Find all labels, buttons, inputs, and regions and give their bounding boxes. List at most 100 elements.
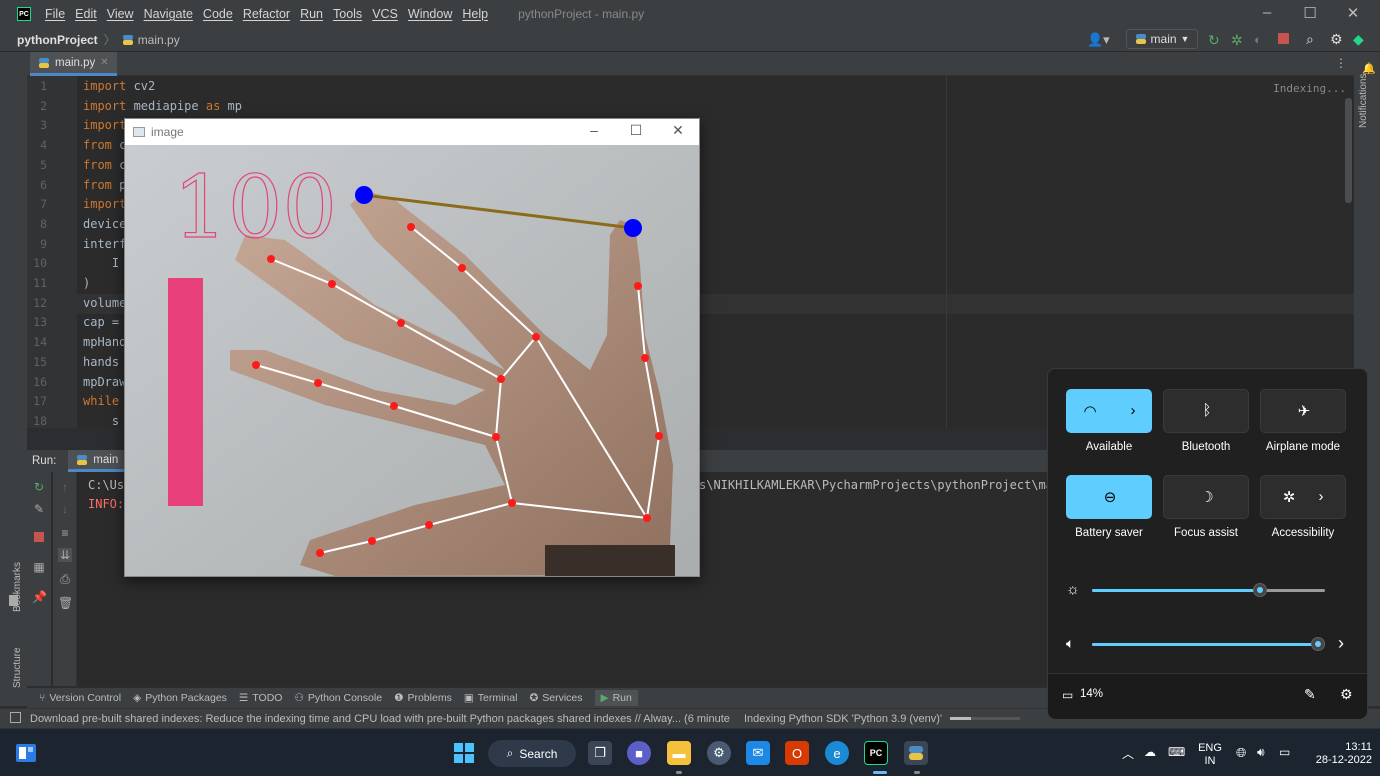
up-arrow-icon[interactable]: ↑ xyxy=(58,480,72,494)
accessibility-toggle[interactable]: ✲ › xyxy=(1260,475,1346,519)
task-view-icon[interactable]: ❐ xyxy=(588,741,612,765)
office-icon[interactable]: O xyxy=(785,741,809,765)
trash-icon[interactable]: 🗑 xyxy=(58,596,73,610)
menu-run[interactable]: Run xyxy=(300,7,323,21)
wifi-toggle[interactable]: ◠ › xyxy=(1066,389,1152,433)
edit-pencil-icon[interactable]: ✎ xyxy=(1304,686,1316,703)
settings-gear-icon[interactable]: ⚙ xyxy=(1340,686,1353,703)
tool-run[interactable]: ▶ Run xyxy=(594,690,638,706)
code-line[interactable]: from c xyxy=(83,138,126,152)
chat-icon[interactable]: ■ xyxy=(627,741,651,765)
tool-version-control[interactable]: ⑂ Version Control xyxy=(39,692,121,704)
code-line[interactable]: cap = xyxy=(83,315,126,329)
tool-python-console[interactable]: ⚇ Python Console xyxy=(294,692,382,704)
chevron-right-icon[interactable]: › xyxy=(1113,402,1153,419)
close-icon[interactable]: ✕ xyxy=(663,122,693,139)
code-line[interactable]: device xyxy=(83,217,126,231)
widgets-icon[interactable] xyxy=(14,741,38,765)
status-message[interactable]: Download pre-built shared indexes: Reduc… xyxy=(30,713,730,725)
coverage-icon[interactable]: ◐ xyxy=(1254,32,1262,47)
menu-file[interactable]: File xyxy=(45,7,65,21)
branch-selector[interactable]: main ▼ xyxy=(1126,29,1198,49)
close-icon[interactable]: ✕ xyxy=(1343,4,1363,22)
structure-tab[interactable]: Structure xyxy=(12,647,23,688)
tool-problems[interactable]: ❶ Problems xyxy=(394,692,452,704)
chevron-up-icon[interactable]: ︿ xyxy=(1122,745,1134,762)
wrench-icon[interactable]: ✎ xyxy=(32,502,46,516)
menu-view[interactable]: View xyxy=(107,7,134,21)
code-line[interactable]: ) xyxy=(83,276,90,290)
code-line[interactable]: from p xyxy=(83,178,126,192)
chevron-right-icon[interactable]: › xyxy=(1338,633,1344,654)
more-options-icon[interactable]: ⋮ xyxy=(1335,56,1347,70)
onedrive-icon[interactable]: ☁ xyxy=(1144,745,1156,759)
menu-navigate[interactable]: Navigate xyxy=(144,7,193,21)
battery-saver-toggle[interactable]: ⊖ xyxy=(1066,475,1152,519)
keyboard-icon[interactable]: ⌨ xyxy=(1168,745,1185,759)
menu-tools[interactable]: Tools xyxy=(333,7,362,21)
python-window-icon[interactable] xyxy=(904,741,928,765)
image-window-titlebar[interactable]: image – ☐ ✕ xyxy=(125,119,699,145)
airplane-mode-toggle[interactable]: ✈ xyxy=(1260,389,1346,433)
settings-gear-icon[interactable]: ⚙ xyxy=(1330,31,1343,48)
chevron-right-icon[interactable]: › xyxy=(1301,488,1341,505)
code-line[interactable]: while xyxy=(83,394,126,408)
edge-browser-icon[interactable]: e xyxy=(825,741,849,765)
code-line[interactable]: from c xyxy=(83,158,126,172)
breadcrumb-project[interactable]: pythonProject xyxy=(17,33,98,47)
user-icon[interactable]: 👤▾ xyxy=(1087,32,1110,48)
menu-code[interactable]: Code xyxy=(203,7,233,21)
battery-percentage[interactable]: 14% xyxy=(1080,688,1103,700)
clock[interactable]: 13:11 28-12-2022 xyxy=(1302,741,1372,767)
stop-icon[interactable] xyxy=(34,532,44,542)
network-globe-icon[interactable]: 🌐︎ xyxy=(1236,745,1246,761)
pin-icon[interactable]: 📌 xyxy=(32,590,47,604)
menu-vcs[interactable]: VCS xyxy=(372,7,398,21)
maximize-icon[interactable]: ☐ xyxy=(1300,4,1320,22)
rerun-icon[interactable]: ↻ xyxy=(1208,32,1220,49)
soft-wrap-icon[interactable]: ≡ xyxy=(58,526,72,540)
minimize-icon[interactable]: – xyxy=(579,122,609,138)
editor-scrollbar[interactable] xyxy=(1345,98,1352,203)
mail-icon[interactable]: ✉ xyxy=(746,741,770,765)
volume-thumb[interactable] xyxy=(1311,637,1325,651)
status-toggle-icon[interactable] xyxy=(10,712,21,723)
tool-terminal[interactable]: ▣ Terminal xyxy=(464,692,518,704)
code-line[interactable]: mpHand xyxy=(83,335,126,349)
jetbrains-icon[interactable]: ◆ xyxy=(1353,31,1364,48)
tool-services[interactable]: ✪ Services xyxy=(529,692,582,704)
volume-icon[interactable]: 🔊︎ xyxy=(1257,745,1265,760)
file-explorer-icon[interactable]: ▬ xyxy=(667,741,691,765)
focus-assist-toggle[interactable]: ☽ xyxy=(1163,475,1249,519)
pycharm-taskbar-icon[interactable]: PC xyxy=(864,741,888,765)
status-indexing[interactable]: Indexing Python SDK 'Python 3.9 (venv)' xyxy=(744,713,942,725)
brightness-thumb[interactable] xyxy=(1252,583,1267,597)
tool-todo[interactable]: ☰ TODO xyxy=(239,692,283,704)
stop-icon[interactable] xyxy=(1278,33,1289,44)
layout-icon[interactable]: ▦ xyxy=(32,560,46,574)
code-line[interactable]: import xyxy=(83,197,126,211)
rerun-icon[interactable]: ↻ xyxy=(32,480,46,494)
volume-slider[interactable] xyxy=(1092,637,1325,651)
minimize-icon[interactable]: – xyxy=(1257,4,1277,21)
down-arrow-icon[interactable]: ↓ xyxy=(58,502,72,516)
code-line[interactable]: import mediapipe as mp xyxy=(83,99,242,113)
editor-tab-main-py[interactable]: main.py ✕ xyxy=(30,52,117,76)
battery-icon[interactable]: ▭ xyxy=(1279,745,1290,759)
windows-start-icon[interactable] xyxy=(452,741,476,765)
code-line[interactable]: volume xyxy=(83,296,126,310)
menu-refactor[interactable]: Refactor xyxy=(243,7,290,21)
breadcrumb-file[interactable]: main.py xyxy=(138,33,180,47)
menu-help[interactable]: Help xyxy=(462,7,488,21)
bluetooth-toggle[interactable]: ᛒ xyxy=(1163,389,1249,433)
print-icon[interactable]: ⎙ xyxy=(58,572,72,586)
code-line[interactable]: hands xyxy=(83,355,126,369)
brightness-slider[interactable] xyxy=(1092,583,1325,597)
notifications-tab[interactable]: Notifications xyxy=(1358,74,1369,128)
tool-python-packages[interactable]: ◈ Python Packages xyxy=(133,692,227,704)
scroll-to-end-icon[interactable]: ⇊ xyxy=(58,548,72,562)
code-line[interactable]: I xyxy=(83,256,119,270)
code-line[interactable]: import xyxy=(83,118,126,132)
opencv-image-window[interactable]: image – ☐ ✕ 100 xyxy=(124,118,700,577)
language-indicator[interactable]: ENG IN xyxy=(1196,742,1224,768)
